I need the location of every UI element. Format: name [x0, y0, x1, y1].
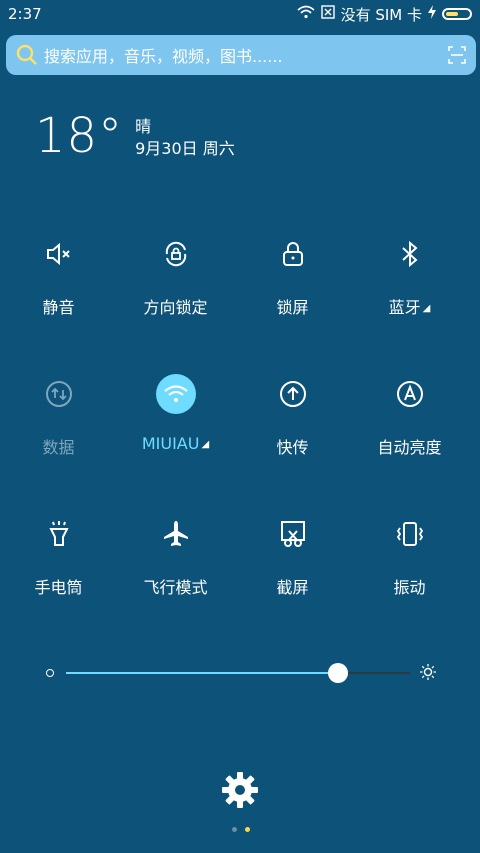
status-right: 没有 SIM 卡	[296, 4, 472, 25]
no-sim-icon	[320, 5, 335, 23]
search-icon	[16, 44, 38, 66]
tile-label: 飞行模式	[143, 578, 208, 597]
tile-mute[interactable]: 静音	[0, 230, 117, 370]
tile-airplane[interactable]: 飞行模式	[117, 510, 234, 650]
flashlight-icon	[35, 510, 83, 558]
tile-label: 自动亮度	[377, 438, 442, 457]
tile-quick-transfer[interactable]: 快传	[234, 370, 351, 510]
data-icon	[35, 370, 83, 418]
status-bar: 2:37 没有 SIM 卡	[0, 0, 480, 28]
airplane-icon	[152, 510, 200, 558]
tile-data[interactable]: 数据	[0, 370, 117, 510]
tile-label: 数据	[42, 438, 75, 457]
screenshot-icon	[269, 510, 317, 558]
tile-label: 锁屏	[276, 298, 309, 317]
page-indicator	[232, 827, 250, 832]
gear-icon	[222, 772, 258, 808]
tile-row-2: 数据 MIUIAU ◢ 快传 自动亮度	[0, 370, 480, 510]
tile-vibrate[interactable]: 振动	[351, 510, 468, 650]
tile-label: 方向锁定	[143, 298, 208, 317]
tile-row-3: 手电筒 飞行模式 截屏 振动	[0, 510, 480, 650]
tile-label: 快传	[276, 438, 309, 457]
auto-brightness-icon	[386, 370, 434, 418]
search-input[interactable]: 搜索应用，音乐，视频，图书......	[44, 43, 448, 67]
tile-lock-screen[interactable]: 锁屏	[234, 230, 351, 370]
tile-bluetooth[interactable]: 蓝牙 ◢	[351, 230, 468, 370]
wifi-icon	[152, 370, 200, 418]
charging-icon	[428, 5, 436, 23]
tile-label: 蓝牙 ◢	[388, 298, 431, 317]
tile-label: MIUIAU ◢	[141, 434, 210, 453]
tile-label: 振动	[393, 578, 426, 597]
tile-flashlight[interactable]: 手电筒	[0, 510, 117, 650]
quick-transfer-icon	[269, 370, 317, 418]
settings-button[interactable]	[220, 770, 260, 814]
brightness-high-icon	[420, 664, 436, 684]
search-bar[interactable]: 搜索应用，音乐，视频，图书......	[6, 35, 476, 75]
weather-widget[interactable]: 18° 晴 9月30日 周六	[35, 108, 235, 164]
tile-label: 静音	[42, 298, 75, 317]
temperature: 18°	[35, 108, 124, 164]
status-time: 2:37	[8, 5, 42, 23]
vibrate-icon	[386, 510, 434, 558]
battery-icon	[442, 8, 472, 20]
brightness-fill	[66, 672, 338, 674]
quick-settings-grid: 静音 方向锁定 锁屏 蓝牙 ◢ 数据 MIUIAU ◢ 快传 自动亮度 手电筒 …	[0, 230, 480, 650]
weather-date: 9月30日 周六	[135, 139, 235, 158]
tile-label: 截屏	[276, 578, 309, 597]
sim-status-text: 没有 SIM 卡	[340, 5, 422, 24]
weather-condition: 晴	[135, 117, 152, 136]
mute-icon	[35, 230, 83, 278]
tile-row-1: 静音 方向锁定 锁屏 蓝牙 ◢	[0, 230, 480, 370]
brightness-low-icon	[46, 669, 54, 677]
scan-icon[interactable]	[448, 46, 466, 64]
page-dot-2[interactable]	[245, 827, 250, 832]
tile-auto-brightness[interactable]: 自动亮度	[351, 370, 468, 510]
tile-rotation-lock[interactable]: 方向锁定	[117, 230, 234, 370]
tile-wifi[interactable]: MIUIAU ◢	[117, 370, 234, 510]
brightness-slider[interactable]	[46, 663, 436, 683]
lock-icon	[269, 230, 317, 278]
brightness-knob[interactable]	[327, 663, 348, 683]
bluetooth-icon	[386, 230, 434, 278]
tile-screenshot[interactable]: 截屏	[234, 510, 351, 650]
wifi-status-icon	[296, 5, 315, 23]
page-dot-1[interactable]	[232, 827, 237, 832]
rotation-lock-icon	[152, 230, 200, 278]
weather-meta: 晴 9月30日 周六	[135, 116, 235, 160]
tile-label: 手电筒	[34, 578, 83, 597]
